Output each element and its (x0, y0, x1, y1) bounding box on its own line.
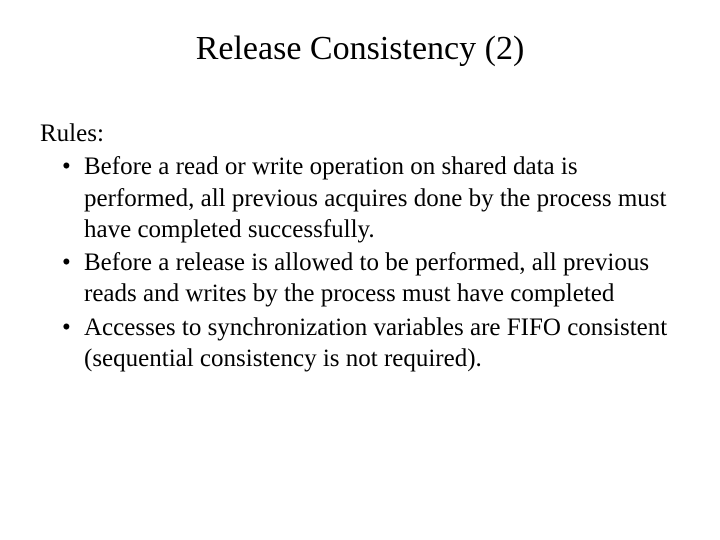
rules-label: Rules: (40, 118, 680, 149)
list-item: Before a read or write operation on shar… (62, 151, 680, 245)
content-block: Rules: Before a read or write operation … (40, 118, 680, 374)
list-item: Accesses to synchronization variables ar… (62, 312, 680, 375)
bullet-list: Before a read or write operation on shar… (40, 151, 680, 374)
list-item: Before a release is allowed to be perfor… (62, 247, 680, 310)
page-title: Release Consistency (2) (40, 30, 680, 68)
